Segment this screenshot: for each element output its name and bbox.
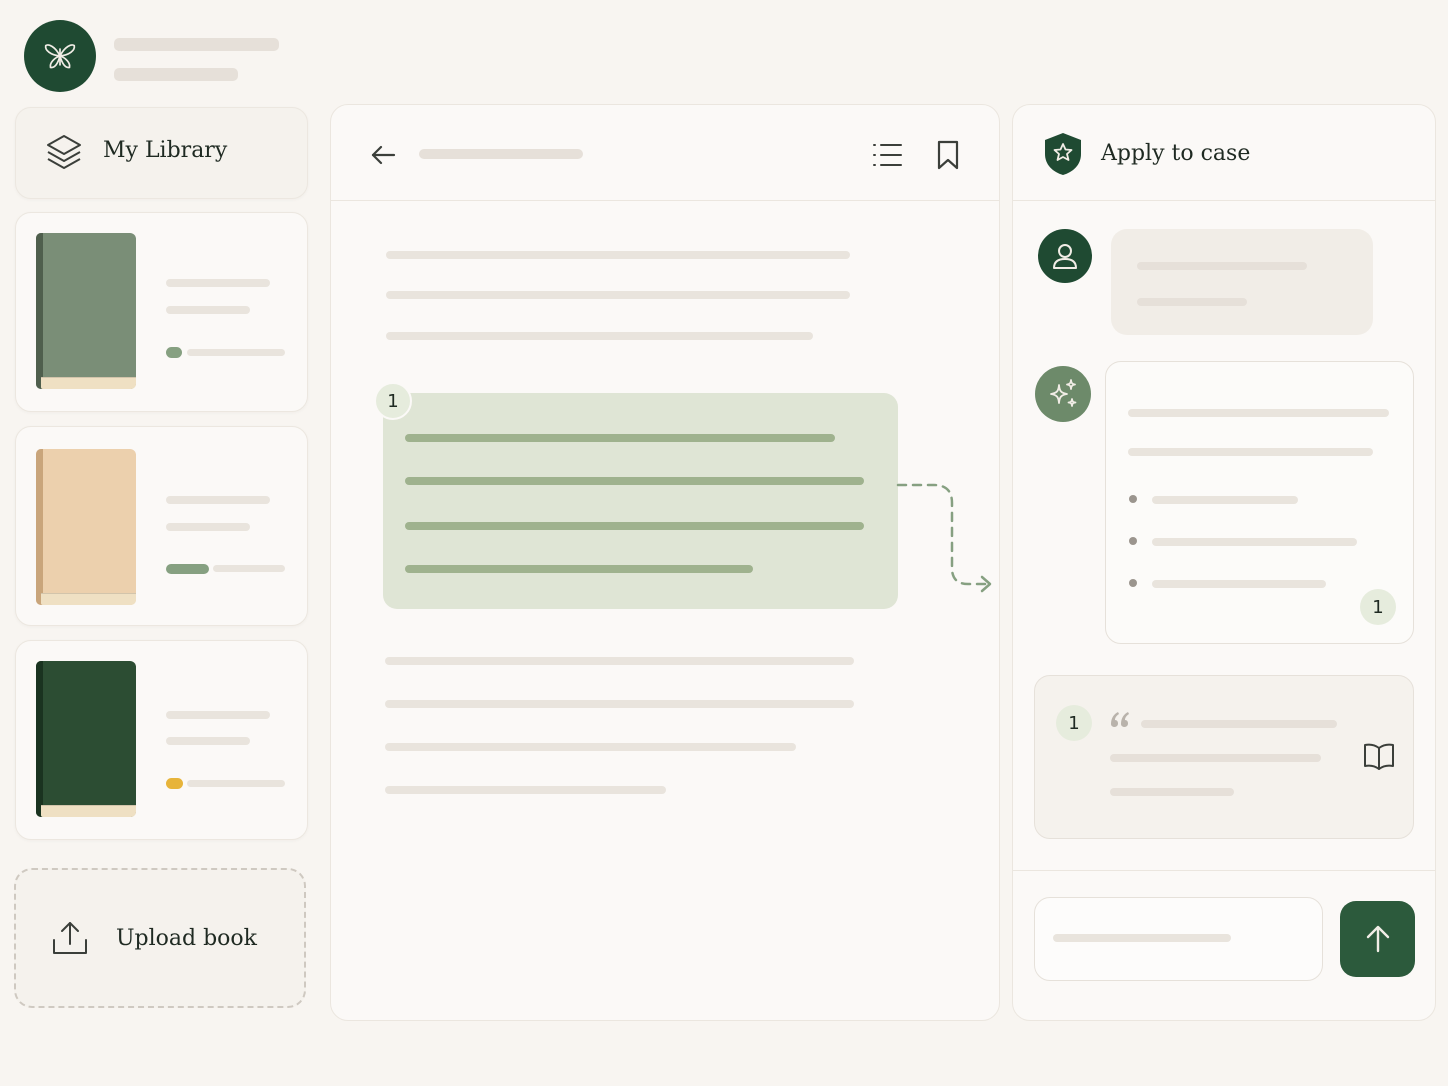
progress-dot	[166, 778, 183, 789]
chapter-title-placeholder	[419, 149, 583, 159]
progress-fill	[166, 564, 209, 574]
message-line	[1137, 298, 1247, 306]
message-input[interactable]	[1034, 897, 1323, 981]
message-line	[1128, 409, 1389, 417]
list-icon	[873, 144, 902, 166]
text-line	[386, 332, 813, 340]
book-title-placeholder	[166, 496, 270, 504]
user-message-bubble	[1111, 229, 1373, 335]
highlight-line	[405, 434, 835, 442]
book-cover	[36, 233, 136, 389]
progress-track	[187, 349, 285, 356]
quote-line	[1110, 754, 1321, 762]
assistant-message-bubble: 1	[1105, 361, 1414, 644]
app-logo[interactable]	[24, 20, 96, 92]
bullet-line	[1152, 538, 1357, 546]
progress-track	[213, 565, 285, 572]
bookmark-icon	[937, 140, 959, 170]
book-card-3[interactable]	[15, 640, 308, 840]
text-line	[386, 291, 850, 299]
upload-book-label: Upload book	[116, 926, 258, 951]
upload-book-button[interactable]: Upload book	[14, 868, 306, 1008]
chat-composer	[1013, 870, 1435, 1020]
answer-citation-badge[interactable]: 1	[1360, 589, 1396, 625]
assistant-avatar	[1035, 366, 1091, 422]
my-library-button[interactable]: My Library	[15, 107, 308, 199]
open-book-icon	[1364, 743, 1394, 770]
open-source-button[interactable]	[1359, 738, 1399, 774]
book-author-placeholder	[166, 306, 250, 314]
send-button[interactable]	[1340, 901, 1415, 977]
highlight-citation-badge[interactable]: 1	[374, 382, 412, 420]
input-placeholder-line	[1053, 934, 1231, 942]
reader-header	[331, 105, 999, 201]
layers-icon	[44, 132, 84, 178]
book-cover	[36, 449, 136, 605]
bullet-line	[1152, 580, 1326, 588]
citation-connector-arrow	[896, 483, 992, 593]
progress-track	[187, 780, 285, 787]
table-of-contents-button[interactable]	[867, 137, 907, 173]
app-subtitle-placeholder	[114, 68, 238, 81]
bullet	[1129, 537, 1137, 545]
book-title-placeholder	[166, 711, 270, 719]
text-line	[385, 743, 796, 751]
message-line	[1137, 262, 1307, 270]
bullet-line	[1152, 496, 1298, 504]
my-library-label: My Library	[103, 138, 228, 163]
back-button[interactable]	[367, 139, 399, 171]
highlight-line	[405, 565, 753, 573]
book-author-placeholder	[166, 737, 250, 745]
chat-header: Apply to case	[1013, 105, 1435, 201]
text-line	[386, 251, 850, 259]
bookmark-button[interactable]	[931, 137, 965, 173]
bullet	[1129, 495, 1137, 503]
butterfly-icon	[44, 44, 76, 69]
chat-title: Apply to case	[1101, 141, 1251, 166]
quote-line	[1141, 720, 1337, 728]
message-line	[1128, 448, 1373, 456]
quote-line	[1110, 788, 1234, 796]
book-title-placeholder	[166, 279, 270, 287]
arrow-up-icon	[1366, 925, 1389, 953]
highlight-line	[405, 477, 864, 485]
highlighted-passage[interactable]	[383, 393, 898, 609]
text-line	[385, 657, 854, 665]
bullet	[1129, 579, 1137, 587]
sparkles-icon	[1050, 379, 1077, 407]
text-line	[385, 700, 854, 708]
text-line	[385, 786, 666, 794]
app-title-placeholder	[114, 38, 279, 51]
highlight-line	[405, 522, 864, 530]
book-card-1[interactable]	[15, 212, 308, 412]
user-avatar	[1038, 229, 1092, 283]
upload-icon	[50, 918, 90, 962]
quote-icon	[1109, 710, 1131, 732]
book-author-placeholder	[166, 523, 250, 531]
progress-dot	[166, 347, 182, 358]
source-quote-card[interactable]: 1	[1034, 675, 1414, 839]
chat-panel: Apply to case 1 1	[1012, 104, 1436, 1021]
arrow-left-icon	[371, 145, 396, 165]
user-icon	[1053, 244, 1077, 269]
book-card-2[interactable]	[15, 426, 308, 626]
quote-citation-badge[interactable]: 1	[1056, 705, 1092, 741]
book-cover	[36, 661, 136, 817]
shield-icon	[1042, 131, 1084, 181]
